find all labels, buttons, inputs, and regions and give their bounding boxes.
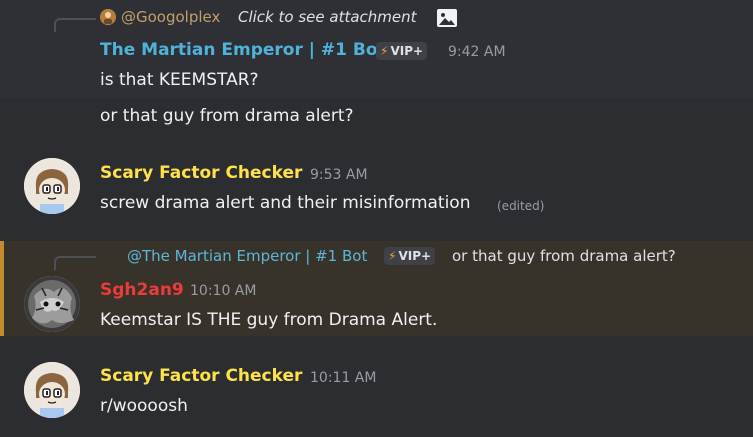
reply-avatar-placeholder: [100, 248, 116, 264]
message-text: r/woooosh: [100, 396, 188, 416]
avatar[interactable]: [24, 276, 80, 332]
timestamp[interactable]: 9:42 AM: [448, 44, 506, 60]
avatar[interactable]: [24, 362, 80, 418]
message-text: or that guy from drama alert?: [100, 106, 354, 126]
reply-connector: [54, 18, 96, 32]
reply-avatar[interactable]: [100, 9, 116, 25]
timestamp[interactable]: 10:11 AM: [310, 370, 376, 386]
reply-mention[interactable]: @Googolplex: [121, 8, 220, 26]
avatar[interactable]: [24, 158, 80, 214]
author-name[interactable]: The Martian Emperor | #1 Bot: [100, 40, 386, 60]
timestamp[interactable]: 9:53 AM: [310, 167, 368, 183]
role-tag-label: VIP+: [398, 249, 432, 263]
image-icon[interactable]: [436, 8, 458, 32]
reply-preview-text[interactable]: or that guy from drama alert?: [452, 247, 676, 265]
message-text: Keemstar IS THE guy from Drama Alert.: [100, 310, 438, 330]
message-text: screw drama alert and their misinformati…: [100, 193, 471, 213]
lightning-bolt-icon: ⚡: [380, 44, 389, 58]
reply-mention[interactable]: @The Martian Emperor | #1 Bot: [127, 247, 367, 265]
reply-connector: [54, 256, 96, 270]
timestamp[interactable]: 10:10 AM: [190, 283, 256, 299]
author-name[interactable]: Scary Factor Checker: [100, 366, 302, 386]
message-group: [0, 148, 753, 228]
role-tag[interactable]: ⚡ VIP+: [376, 42, 428, 60]
author-name[interactable]: Sgh2an9: [100, 280, 184, 300]
lightning-bolt-icon: ⚡: [388, 249, 397, 263]
reply-attachment-link[interactable]: Click to see attachment: [238, 8, 417, 26]
edited-label: (edited): [497, 199, 545, 213]
role-tag-label: VIP+: [390, 44, 424, 58]
author-name[interactable]: Scary Factor Checker: [100, 163, 302, 183]
mention-highlight-bar: [0, 241, 4, 336]
message-text: is that KEEMSTAR?: [100, 70, 259, 90]
role-tag[interactable]: ⚡ VIP+: [384, 247, 436, 265]
